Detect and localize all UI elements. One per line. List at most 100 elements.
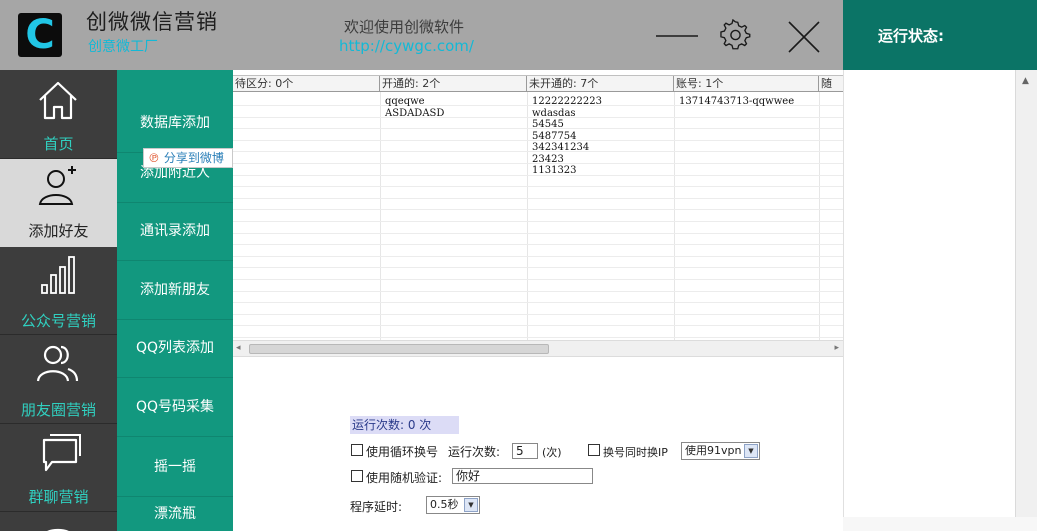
table-cell[interactable]: wdasdas [532,108,602,120]
nav-label-home: 首页 [43,135,74,153]
welcome-text: 欢迎使用创微软件 [344,18,465,36]
home-icon [39,81,77,120]
site-url-link[interactable]: http://cywgc.com/ [339,37,474,55]
table-cell[interactable]: ASDADASD [385,108,444,120]
nav-item-more[interactable] [0,512,117,531]
row-divider [233,290,843,292]
bar-chart-icon [41,256,75,294]
submenu-label: 漂流瓶 [154,506,196,522]
nav-label-group-chat: 群聊营销 [28,488,89,506]
delay-select-value: 0.5秒 [430,498,459,511]
column-header-pending[interactable]: 待区分: 0个 [233,76,380,92]
random-verify-label: 使用随机验证: [366,471,443,485]
nav-label-add-friend: 添加好友 [28,222,89,240]
nav-item-moments[interactable]: 朋友圈营销 [0,335,117,424]
submenu-label: 通讯录添加 [140,223,210,239]
table-horizontal-scrollbar[interactable]: ◂ ▸ [233,340,843,357]
table-cell[interactable]: 12222222223 [532,96,602,108]
minimize-button[interactable] [654,22,700,48]
settings-button[interactable] [720,18,752,51]
row-divider [233,267,843,269]
table-cell[interactable]: 1131323 [532,165,602,177]
submenu-item-new-friend-add[interactable]: 添加新朋友 [117,261,233,320]
app-logo: C [18,13,62,57]
status-footer [843,517,1037,531]
main-nav: 首页 添加好友 公众号营销 朋友圈营销 群聊营销 [0,70,117,531]
table-cell[interactable]: 342341234 [532,142,602,154]
table-cell[interactable]: 13714743713-qqwwee [679,96,794,108]
loop-switch-checkbox[interactable] [351,444,363,456]
share-weibo-button[interactable]: ℗ 分享到微博 [143,148,233,168]
close-button[interactable] [786,19,822,55]
close-icon [788,21,820,53]
submenu-label: 添加新朋友 [140,282,210,298]
nav-item-group-chat[interactable]: 群聊营销 [0,424,117,512]
table-cell[interactable]: 5487754 [532,131,602,143]
weibo-icon: ℗ [148,151,160,165]
row-divider [233,302,843,304]
status-title: 运行状态: [878,27,944,45]
app-subtitle: 创意微工厂 [88,39,158,55]
row-divider [233,279,843,280]
column-header-activated[interactable]: 开通的: 2个 [380,76,527,92]
people-icon [36,345,79,382]
submenu-label: QQ号码采集 [135,399,215,415]
column-header-account[interactable]: 账号: 1个 [674,76,819,92]
circle-icon [47,529,69,531]
submenu-item-qq-list-add[interactable]: QQ列表添加 [117,319,233,378]
row-divider [233,244,843,246]
not-activated-list: 12222222223 wdasdas 54545 5487754 342341234 2… [532,96,602,177]
table-header: 待区分: 0个 开通的: 2个 未开通的: 7个 账号: 1个 随 [233,76,843,92]
vpn-select[interactable]: 使用91vpn ▼ [681,442,760,460]
random-verify-input[interactable]: 你好 [452,468,593,484]
table-cell[interactable]: qqeqwe [385,96,444,108]
run-count-display: 运行次数: 0 次 [350,416,459,434]
nav-item-add-friend[interactable]: 添加好友 [0,159,117,247]
nav-item-official-account[interactable]: 公众号营销 [0,247,117,335]
row-divider [233,325,843,327]
minimize-icon [656,35,698,37]
row-divider [233,186,843,188]
row-divider [233,255,843,257]
account-table: 待区分: 0个 开通的: 2个 未开通的: 7个 账号: 1个 随 qqeqwe… [233,75,843,340]
chevron-down-icon: ▼ [744,444,758,458]
nav-item-home[interactable]: 首页 [0,70,117,159]
row-divider [233,337,843,338]
gear-icon [720,18,751,50]
random-verify-checkbox[interactable] [351,470,363,482]
run-times-input[interactable]: 5 [512,443,538,459]
scroll-left-arrow-icon[interactable]: ◂ [236,343,241,353]
row-divider [233,221,843,222]
column-header-not-activated[interactable]: 未开通的: 7个 [527,76,674,92]
submenu-label: QQ列表添加 [135,340,215,356]
row-divider [233,197,843,199]
row-divider [233,313,843,315]
control-panel: 运行次数: 0 次 使用循环换号 运行次数: 5 (次) 换号同时换IP 使用9… [233,357,843,531]
chevron-down-icon: ▼ [464,498,478,512]
add-user-icon [38,166,76,205]
nav-label-moments: 朋友圈营销 [20,401,96,419]
scroll-up-arrow-icon[interactable]: ▲ [1022,76,1029,86]
status-scrollbar[interactable]: ▲ [1015,70,1037,531]
submenu-item-contacts-add[interactable]: 通讯录添加 [117,202,233,261]
status-log: ▲ [843,70,1037,531]
app-window: C 创微微信营销 创意微工厂 欢迎使用创微软件 http://cywgc.com… [0,0,1037,531]
submenu: 数据库添加 添加附近人 通讯录添加 添加新朋友 QQ列表添加 QQ号码采集 摇一… [117,70,233,531]
activated-list: qqeqwe ASDADASD [385,96,444,119]
status-header: 运行状态: [843,0,1037,70]
submenu-item-qq-collect[interactable]: QQ号码采集 [117,378,233,437]
app-title: 创微微信营销 [86,10,218,34]
vpn-select-value: 使用91vpn [685,444,742,457]
run-times-unit: (次) [542,446,562,459]
switch-ip-label: 换号同时换IP [603,446,668,459]
switch-ip-checkbox[interactable] [588,444,600,456]
nav-label-official-account: 公众号营销 [20,312,96,330]
table-cell[interactable]: 54545 [532,119,602,131]
submenu-item-drift-bottle[interactable]: 漂流瓶 [117,485,233,531]
scroll-right-arrow-icon[interactable]: ▸ [834,343,839,353]
table-cell[interactable]: 23423 [532,154,602,166]
column-header-random[interactable]: 随 [819,76,843,92]
delay-label: 程序延时: [350,500,403,514]
scrollbar-thumb[interactable] [249,344,549,354]
delay-select[interactable]: 0.5秒 ▼ [426,496,480,514]
